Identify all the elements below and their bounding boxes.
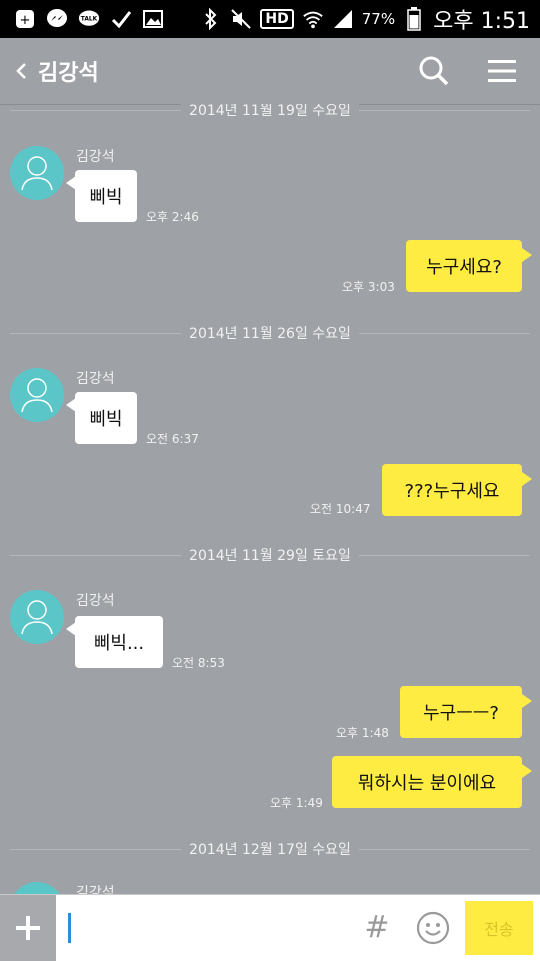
- menu-button[interactable]: [484, 53, 520, 89]
- date-separator: 2014년 11월 19일 수요일: [0, 104, 540, 120]
- message-time: 오후 3:03: [342, 280, 395, 294]
- attach-button[interactable]: [0, 895, 56, 961]
- message-time: 오전 6:37: [146, 432, 199, 446]
- kakaotalk-icon: +: [14, 8, 36, 30]
- mute-icon: [230, 8, 252, 30]
- message-time: 오후 2:46: [146, 210, 199, 224]
- send-button[interactable]: 전송: [465, 901, 533, 955]
- search-button[interactable]: [416, 53, 452, 89]
- status-time: 오후 1:51: [433, 9, 530, 34]
- message-bubble-out[interactable]: ???누구세요: [382, 464, 522, 516]
- signal-icon: [332, 8, 354, 30]
- date-label: 2014년 11월 29일 토요일: [181, 545, 359, 565]
- message-time: 오전 10:47: [310, 502, 371, 516]
- smiley-icon: [416, 911, 450, 945]
- date-separator: 2014년 11월 26일 수요일: [0, 323, 540, 343]
- messenger-icon: [46, 8, 68, 30]
- gallery-icon: [142, 8, 164, 30]
- hd-icon: HD: [260, 9, 294, 29]
- avatar[interactable]: [10, 146, 64, 200]
- message-time: 오전 8:53: [172, 656, 225, 670]
- message-bubble-out[interactable]: 누구ㅡㅡ?: [400, 686, 522, 738]
- sender-name: 김강석: [76, 885, 115, 894]
- message-time: 오후 1:48: [336, 726, 389, 740]
- talk-label: TALK: [81, 17, 98, 23]
- date-separator: 2014년 11월 29일 토요일: [0, 545, 540, 565]
- check-icon: [110, 8, 132, 30]
- message-bubble-in[interactable]: 삐빅: [75, 392, 137, 444]
- status-bar: + TALK HD 77% 오후 1:51: [0, 0, 540, 38]
- sender-name: 김강석: [76, 593, 115, 609]
- message-bubble-in[interactable]: 삐빅: [75, 170, 137, 222]
- search-icon: [419, 56, 449, 86]
- battery-icon: [403, 7, 425, 31]
- message-time: 오후 1:49: [270, 796, 323, 810]
- message-input-bar: # 전송: [0, 894, 540, 961]
- emoticon-button[interactable]: [414, 909, 452, 947]
- chat-header: 김강석: [0, 38, 540, 105]
- menu-icon: [488, 60, 516, 82]
- back-button[interactable]: [6, 51, 36, 91]
- chevron-left-icon: [16, 63, 26, 79]
- bluetooth-icon: [200, 8, 222, 30]
- battery-percent: 77%: [361, 10, 396, 28]
- sender-name: 김강석: [76, 149, 115, 165]
- talk-icon: TALK: [78, 8, 100, 30]
- message-input[interactable]: [62, 903, 356, 955]
- date-label: 2014년 12월 17일 수요일: [181, 839, 359, 859]
- hashtag-button[interactable]: #: [360, 907, 394, 947]
- message-bubble-out[interactable]: 누구세요?: [406, 240, 522, 292]
- chat-title: 김강석: [38, 61, 99, 86]
- avatar[interactable]: [10, 590, 64, 644]
- avatar[interactable]: [10, 882, 64, 894]
- date-label: 2014년 11월 26일 수요일: [181, 323, 359, 343]
- date-label: 2014년 11월 19일 수요일: [181, 104, 359, 120]
- sender-name: 김강석: [76, 371, 115, 387]
- profile-icon: [21, 600, 53, 635]
- plus-icon: [16, 916, 40, 940]
- message-bubble-out[interactable]: 뭐하시는 분이에요: [332, 756, 522, 808]
- date-separator: 2014년 12월 17일 수요일: [0, 839, 540, 859]
- profile-icon: [21, 156, 53, 191]
- svg-text:+: +: [20, 13, 31, 28]
- wifi-icon: [302, 8, 324, 30]
- profile-icon: [21, 378, 53, 413]
- message-bubble-in[interactable]: 삐빅...: [75, 616, 163, 668]
- avatar[interactable]: [10, 368, 64, 422]
- chat-area[interactable]: 2014년 11월 19일 수요일 김강석 삐빅 오후 2:46 오후 3:03…: [0, 104, 540, 894]
